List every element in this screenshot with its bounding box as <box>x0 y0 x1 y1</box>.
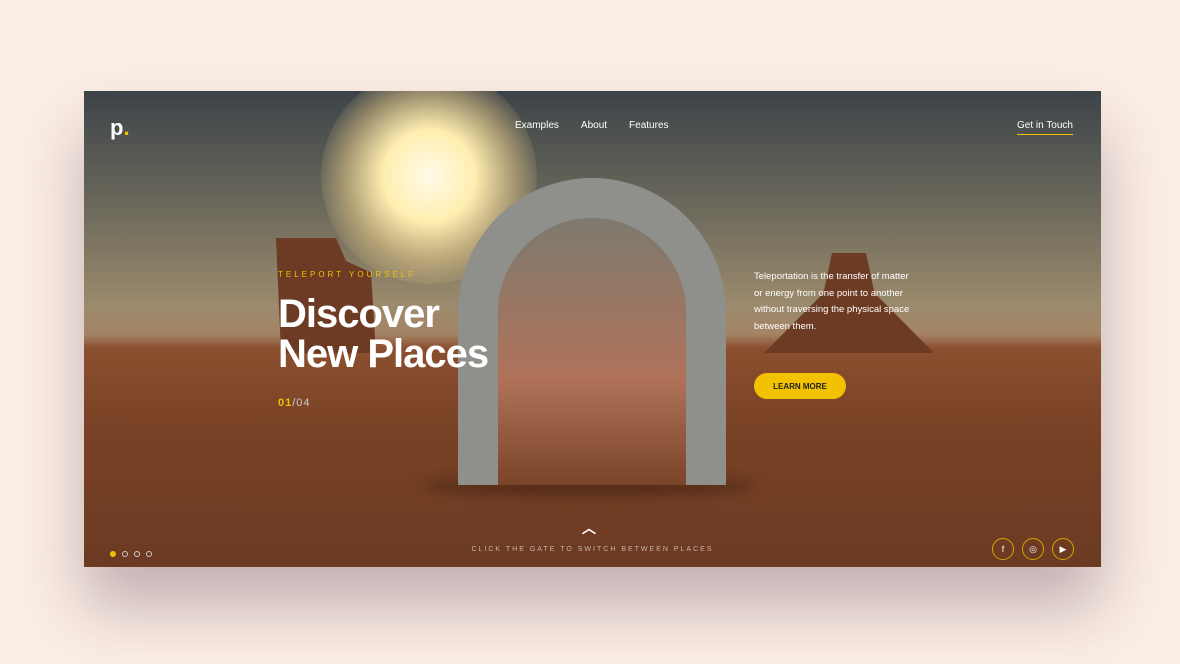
page-title: Discover New Places <box>278 292 489 376</box>
learn-more-button[interactable]: LEARN MORE <box>754 373 846 399</box>
youtube-icon[interactable]: ▶ <box>1052 538 1074 560</box>
hero-frame: p. Examples About Features Get in Touch … <box>84 91 1101 567</box>
main-nav: Examples About Features <box>515 120 669 131</box>
logo[interactable]: p. <box>110 115 130 141</box>
slide-counter: 01/04 <box>278 397 311 409</box>
kicker: TELEPORT YOURSELF <box>278 270 417 279</box>
slide-dot[interactable] <box>146 551 152 557</box>
nav-about[interactable]: About <box>581 120 607 131</box>
slide-dot[interactable] <box>134 551 140 557</box>
slide-dot[interactable] <box>122 551 128 557</box>
nav-examples[interactable]: Examples <box>515 120 559 131</box>
slide-dot[interactable] <box>110 551 116 557</box>
social-links: f ◎ ▶ <box>992 538 1074 560</box>
chevron-up-icon[interactable]: ︿ <box>582 518 596 538</box>
hint-text: CLICK THE GATE TO SWITCH BETWEEN PLACES <box>471 546 714 553</box>
slide-dots <box>110 551 152 557</box>
stone-gate[interactable] <box>458 178 726 485</box>
facebook-icon[interactable]: f <box>992 538 1014 560</box>
instagram-icon[interactable]: ◎ <box>1022 538 1044 560</box>
get-in-touch-link[interactable]: Get in Touch <box>1017 120 1073 135</box>
description: Teleportation is the transfer of matter … <box>754 271 910 332</box>
nav-features[interactable]: Features <box>629 120 668 131</box>
